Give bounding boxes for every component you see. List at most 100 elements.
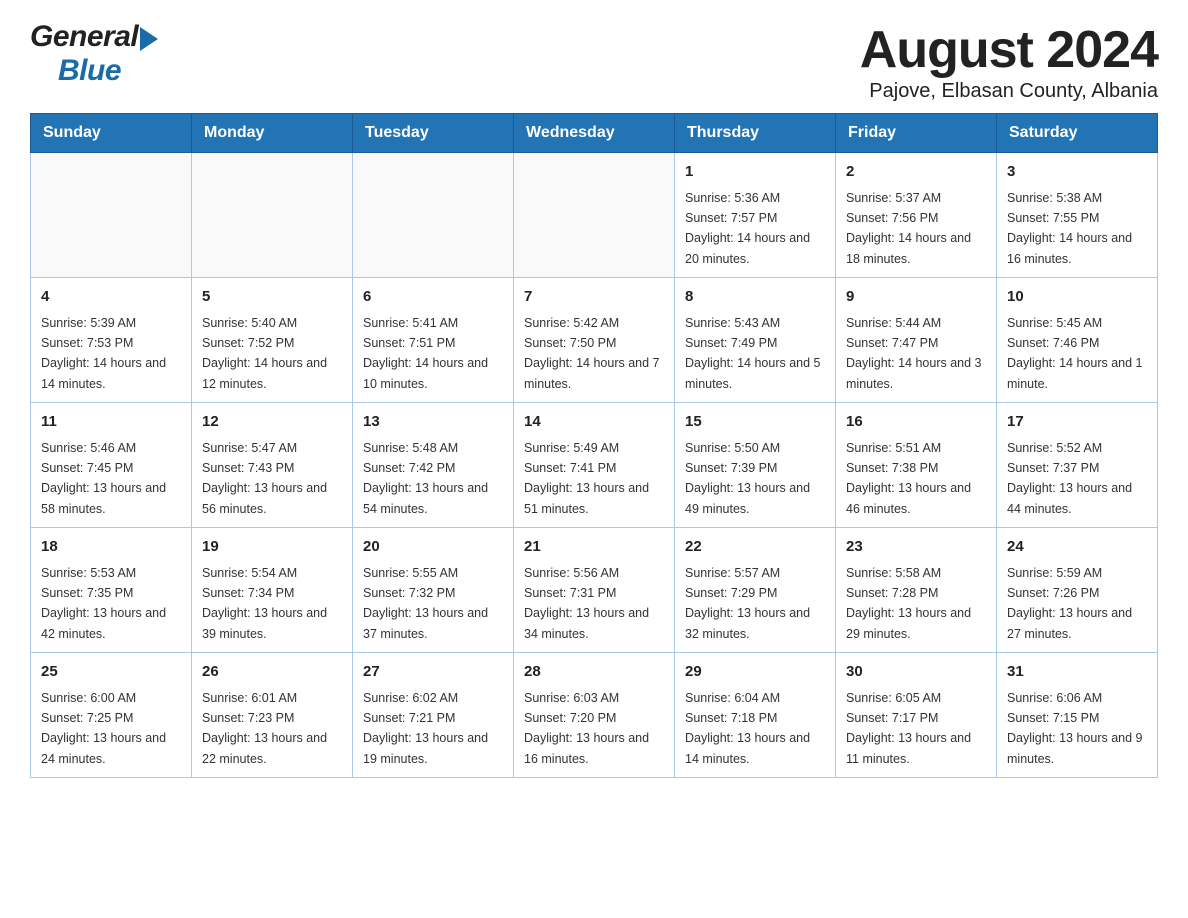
weekday-header-tuesday: Tuesday <box>353 114 514 153</box>
calendar-week-1: 1 Sunrise: 5:36 AMSunset: 7:57 PMDaylight… <box>31 153 1158 278</box>
day-info: Sunrise: 5:57 AMSunset: 7:29 PMDaylight:… <box>685 566 810 641</box>
day-number: 12 <box>202 411 342 434</box>
calendar-cell: 1 Sunrise: 5:36 AMSunset: 7:57 PMDaylight… <box>675 153 836 278</box>
calendar-cell: 14 Sunrise: 5:49 AMSunset: 7:41 PMDayligh… <box>514 403 675 528</box>
weekday-header-thursday: Thursday <box>675 114 836 153</box>
day-info: Sunrise: 5:59 AMSunset: 7:26 PMDaylight:… <box>1007 566 1132 641</box>
calendar-cell <box>192 153 353 278</box>
day-info: Sunrise: 6:06 AMSunset: 7:15 PMDaylight:… <box>1007 691 1143 766</box>
calendar-cell: 15Sunrise: 5:50 AMSunset: 7:39 PMDayligh… <box>675 403 836 528</box>
day-info: Sunrise: 5:55 AMSunset: 7:32 PMDaylight:… <box>363 566 488 641</box>
calendar-week-2: 4Sunrise: 5:39 AMSunset: 7:53 PMDaylight… <box>31 278 1158 403</box>
calendar-cell: 26Sunrise: 6:01 AMSunset: 7:23 PMDayligh… <box>192 653 353 778</box>
day-number: 27 <box>363 661 503 684</box>
day-number: 30 <box>846 661 986 684</box>
calendar-cell: 24 Sunrise: 5:59 AMSunset: 7:26 PMDayligh… <box>997 528 1158 653</box>
day-info: Sunrise: 5:36 AMSunset: 7:57 PMDaylight:… <box>685 191 810 266</box>
calendar-cell: 13 Sunrise: 5:48 AMSunset: 7:42 PMDayligh… <box>353 403 514 528</box>
calendar-cell: 18Sunrise: 5:53 AMSunset: 7:35 PMDayligh… <box>31 528 192 653</box>
calendar-cell: 28 Sunrise: 6:03 AMSunset: 7:20 PMDayligh… <box>514 653 675 778</box>
calendar-cell: 7 Sunrise: 5:42 AMSunset: 7:50 PMDaylight… <box>514 278 675 403</box>
calendar-cell: 10Sunrise: 5:45 AMSunset: 7:46 PMDayligh… <box>997 278 1158 403</box>
day-info: Sunrise: 5:48 AMSunset: 7:42 PMDaylight:… <box>363 441 488 516</box>
day-info: Sunrise: 5:58 AMSunset: 7:28 PMDaylight:… <box>846 566 971 641</box>
day-info: Sunrise: 5:43 AMSunset: 7:49 PMDaylight:… <box>685 316 821 391</box>
calendar-cell: 6 Sunrise: 5:41 AMSunset: 7:51 PMDaylight… <box>353 278 514 403</box>
calendar-cell <box>353 153 514 278</box>
day-info: Sunrise: 5:52 AMSunset: 7:37 PMDaylight:… <box>1007 441 1132 516</box>
day-number: 23 <box>846 536 986 559</box>
page-title: August 2024 <box>860 20 1158 80</box>
day-number: 31 <box>1007 661 1147 684</box>
day-info: Sunrise: 6:01 AMSunset: 7:23 PMDaylight:… <box>202 691 327 766</box>
calendar-week-5: 25Sunrise: 6:00 AMSunset: 7:25 PMDayligh… <box>31 653 1158 778</box>
day-info: Sunrise: 5:44 AMSunset: 7:47 PMDaylight:… <box>846 316 982 391</box>
calendar-cell <box>514 153 675 278</box>
day-number: 22 <box>685 536 825 559</box>
day-number: 14 <box>524 411 664 434</box>
day-number: 6 <box>363 286 503 309</box>
day-number: 29 <box>685 661 825 684</box>
day-info: Sunrise: 5:45 AMSunset: 7:46 PMDaylight:… <box>1007 316 1143 391</box>
day-number: 17 <box>1007 411 1147 434</box>
calendar-week-3: 11Sunrise: 5:46 AMSunset: 7:45 PMDayligh… <box>31 403 1158 528</box>
calendar-header-row: SundayMondayTuesdayWednesdayThursdayFrid… <box>31 114 1158 153</box>
weekday-header-wednesday: Wednesday <box>514 114 675 153</box>
day-number: 9 <box>846 286 986 309</box>
calendar-cell: 29Sunrise: 6:04 AMSunset: 7:18 PMDayligh… <box>675 653 836 778</box>
day-info: Sunrise: 5:40 AMSunset: 7:52 PMDaylight:… <box>202 316 327 391</box>
day-number: 24 <box>1007 536 1147 559</box>
weekday-header-monday: Monday <box>192 114 353 153</box>
weekday-header-friday: Friday <box>836 114 997 153</box>
day-info: Sunrise: 6:05 AMSunset: 7:17 PMDaylight:… <box>846 691 971 766</box>
day-number: 7 <box>524 286 664 309</box>
calendar-cell <box>31 153 192 278</box>
day-info: Sunrise: 5:41 AMSunset: 7:51 PMDaylight:… <box>363 316 488 391</box>
day-info: Sunrise: 5:51 AMSunset: 7:38 PMDaylight:… <box>846 441 971 516</box>
calendar-cell: 12 Sunrise: 5:47 AMSunset: 7:43 PMDayligh… <box>192 403 353 528</box>
day-info: Sunrise: 6:03 AMSunset: 7:20 PMDaylight:… <box>524 691 649 766</box>
calendar-cell: 4Sunrise: 5:39 AMSunset: 7:53 PMDaylight… <box>31 278 192 403</box>
day-number: 28 <box>524 661 664 684</box>
calendar-cell: 22 Sunrise: 5:57 AMSunset: 7:29 PMDayligh… <box>675 528 836 653</box>
day-info: Sunrise: 5:47 AMSunset: 7:43 PMDaylight:… <box>202 441 327 516</box>
calendar-cell: 20 Sunrise: 5:55 AMSunset: 7:32 PMDayligh… <box>353 528 514 653</box>
calendar-week-4: 18Sunrise: 5:53 AMSunset: 7:35 PMDayligh… <box>31 528 1158 653</box>
day-number: 3 <box>1007 161 1147 184</box>
day-number: 13 <box>363 411 503 434</box>
day-info: Sunrise: 5:54 AMSunset: 7:34 PMDaylight:… <box>202 566 327 641</box>
day-info: Sunrise: 5:42 AMSunset: 7:50 PMDaylight:… <box>524 316 660 391</box>
day-number: 20 <box>363 536 503 559</box>
day-number: 4 <box>41 286 181 309</box>
calendar-table: SundayMondayTuesdayWednesdayThursdayFrid… <box>30 113 1158 778</box>
weekday-header-saturday: Saturday <box>997 114 1158 153</box>
calendar-cell: 23 Sunrise: 5:58 AMSunset: 7:28 PMDayligh… <box>836 528 997 653</box>
logo: General Blue <box>30 20 158 88</box>
calendar-cell: 19 Sunrise: 5:54 AMSunset: 7:34 PMDayligh… <box>192 528 353 653</box>
calendar-cell: 5 Sunrise: 5:40 AMSunset: 7:52 PMDaylight… <box>192 278 353 403</box>
day-info: Sunrise: 5:49 AMSunset: 7:41 PMDaylight:… <box>524 441 649 516</box>
day-number: 1 <box>685 161 825 184</box>
page-header: General Blue August 2024 Pajove, Elbasan… <box>30 20 1158 103</box>
day-number: 2 <box>846 161 986 184</box>
calendar-cell: 21 Sunrise: 5:56 AMSunset: 7:31 PMDayligh… <box>514 528 675 653</box>
day-info: Sunrise: 5:46 AMSunset: 7:45 PMDaylight:… <box>41 441 166 516</box>
calendar-cell: 16 Sunrise: 5:51 AMSunset: 7:38 PMDayligh… <box>836 403 997 528</box>
day-info: Sunrise: 5:38 AMSunset: 7:55 PMDaylight:… <box>1007 191 1132 266</box>
day-number: 25 <box>41 661 181 684</box>
calendar-cell: 3 Sunrise: 5:38 AMSunset: 7:55 PMDaylight… <box>997 153 1158 278</box>
day-number: 5 <box>202 286 342 309</box>
day-number: 16 <box>846 411 986 434</box>
day-info: Sunrise: 5:56 AMSunset: 7:31 PMDaylight:… <box>524 566 649 641</box>
calendar-cell: 25Sunrise: 6:00 AMSunset: 7:25 PMDayligh… <box>31 653 192 778</box>
calendar-cell: 9 Sunrise: 5:44 AMSunset: 7:47 PMDaylight… <box>836 278 997 403</box>
day-number: 8 <box>685 286 825 309</box>
day-info: Sunrise: 6:02 AMSunset: 7:21 PMDaylight:… <box>363 691 488 766</box>
day-number: 18 <box>41 536 181 559</box>
day-number: 21 <box>524 536 664 559</box>
title-section: August 2024 Pajove, Elbasan County, Alba… <box>860 20 1158 103</box>
calendar-cell: 17 Sunrise: 5:52 AMSunset: 7:37 PMDayligh… <box>997 403 1158 528</box>
day-number: 19 <box>202 536 342 559</box>
logo-blue-text: Blue <box>58 54 121 87</box>
day-info: Sunrise: 5:50 AMSunset: 7:39 PMDaylight:… <box>685 441 810 516</box>
